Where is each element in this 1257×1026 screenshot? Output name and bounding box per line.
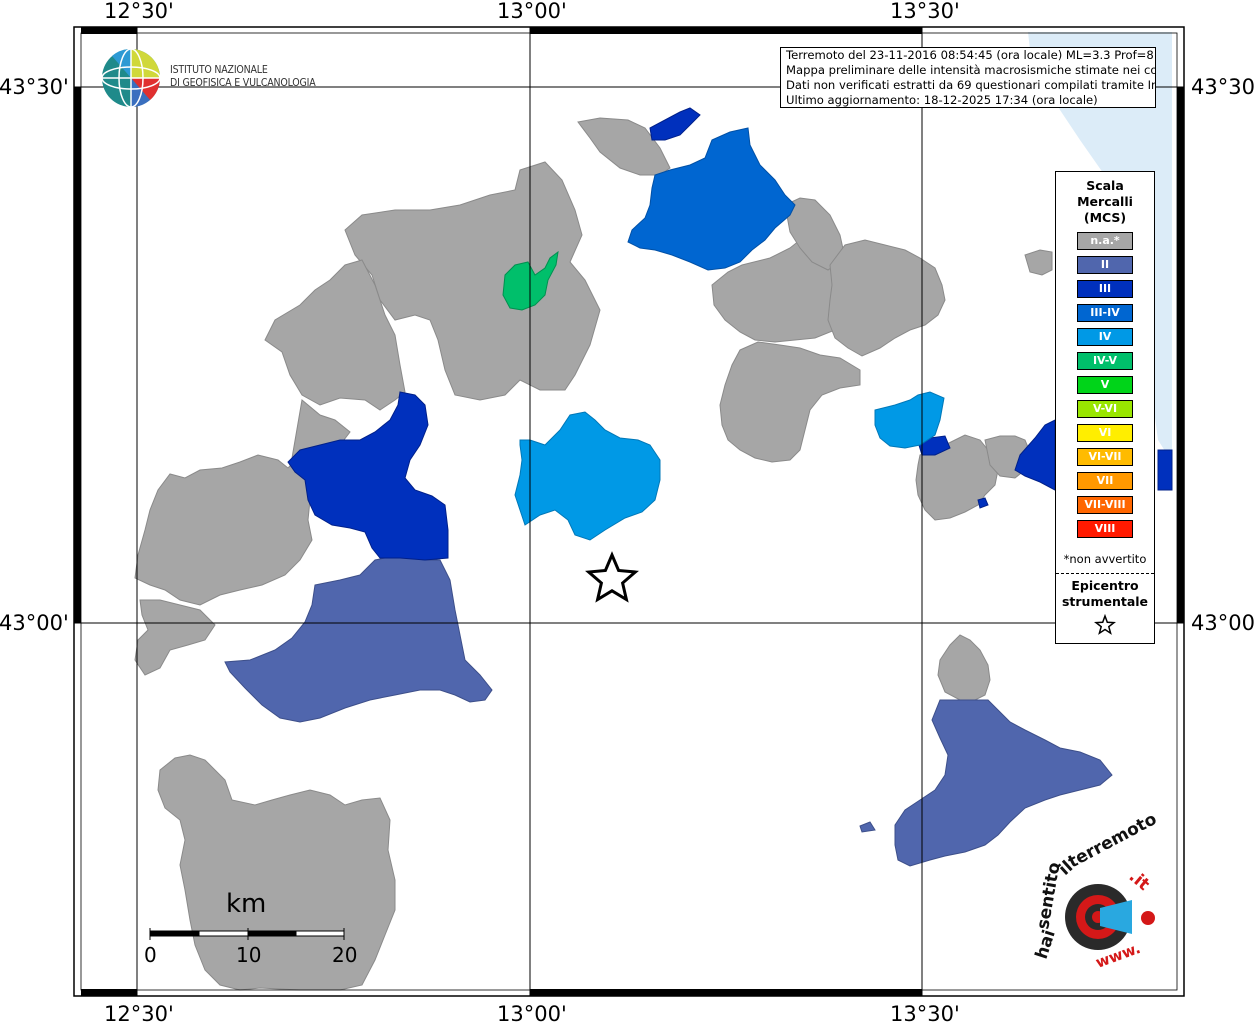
- top-lon-label-3: 13°30': [890, 0, 960, 23]
- legend-title-line-1: Scala: [1086, 178, 1124, 193]
- bottom-lon-label-1: 12°30': [104, 1002, 174, 1026]
- scale-tick-20: 20: [332, 943, 358, 967]
- top-lon-label-2: 13°00': [497, 0, 567, 23]
- ingv-logo-text: ISTITUTO NAZIONALE DI GEOFISICA E VULCAN…: [170, 64, 316, 90]
- right-lat-label-2: 43°00': [1191, 611, 1257, 635]
- legend-star-icon: [1056, 613, 1154, 640]
- legend-item-na: n.a.*: [1077, 232, 1133, 250]
- mercalli-legend: Scala Mercalli (MCS) n.a.* II III III-IV IV I…: [1055, 171, 1155, 644]
- bottom-lon-label-3: 13°30': [890, 1002, 960, 1026]
- info-line-2: Mappa preliminare delle intensità macros…: [786, 63, 1156, 77]
- info-line-4: Ultimo aggiornamento: 18-12-2025 17:34 (…: [786, 93, 1098, 107]
- legend-items: n.a.* II III III-IV IV IV-V V V-VI VI VI-VII VII VI…: [1056, 232, 1154, 538]
- legend-epicenter-line-2: strumentale: [1061, 594, 1149, 609]
- legend-item-iv: IV: [1077, 328, 1133, 346]
- legend-item-viiviii: VII-VIII: [1077, 496, 1133, 514]
- ingv-line-2: DI GEOFISICA E VULCANOLOGIA: [170, 77, 316, 89]
- legend-epicenter-line-1: Epicentro: [1071, 578, 1139, 593]
- scale-unit-label: km: [226, 889, 267, 919]
- legend-title-line-2: Mercalli: [1077, 194, 1133, 209]
- legend-title: Scala Mercalli (MCS): [1056, 178, 1154, 226]
- left-lat-label-2: 43°00': [0, 611, 69, 635]
- legend-item-vii: VII: [1077, 472, 1133, 490]
- legend-item-ivv: IV-V: [1077, 352, 1133, 370]
- bottom-lon-label-2: 13°00': [497, 1002, 567, 1026]
- legend-item-vi: VI: [1077, 424, 1133, 442]
- left-lat-label-1: 43°30': [0, 75, 69, 99]
- legend-item-vvi: V-VI: [1077, 400, 1133, 418]
- legend-item-ii: II: [1077, 256, 1133, 274]
- legend-note: *non avvertito: [1063, 552, 1147, 566]
- legend-item-vivii: VI-VII: [1077, 448, 1133, 466]
- legend-item-v: V: [1077, 376, 1133, 394]
- legend-separator: [1056, 573, 1154, 574]
- legend-epicenter-label: Epicentro strumentale: [1056, 578, 1154, 610]
- scale-tick-0: 0: [144, 943, 157, 967]
- right-lat-label-1: 43°30': [1191, 75, 1257, 99]
- top-lon-label-1: 12°30': [104, 0, 174, 23]
- event-info-box: Terremoto del 23-11-2016 08:54:45 (ora l…: [780, 47, 1156, 108]
- scale-tick-10: 10: [236, 943, 262, 967]
- legend-item-viii: VIII: [1077, 520, 1133, 538]
- info-line-1: Terremoto del 23-11-2016 08:54:45 (ora l…: [786, 48, 1156, 62]
- info-line-3: Dati non verificati estratti da 69 quest…: [786, 78, 1155, 92]
- legend-item-iii: III: [1077, 280, 1133, 298]
- ingv-line-1: ISTITUTO NAZIONALE: [170, 64, 268, 76]
- legend-title-line-3: (MCS): [1083, 210, 1127, 225]
- ingv-globe-icon: [101, 48, 161, 108]
- legend-item-iiiiv: III-IV: [1077, 304, 1133, 322]
